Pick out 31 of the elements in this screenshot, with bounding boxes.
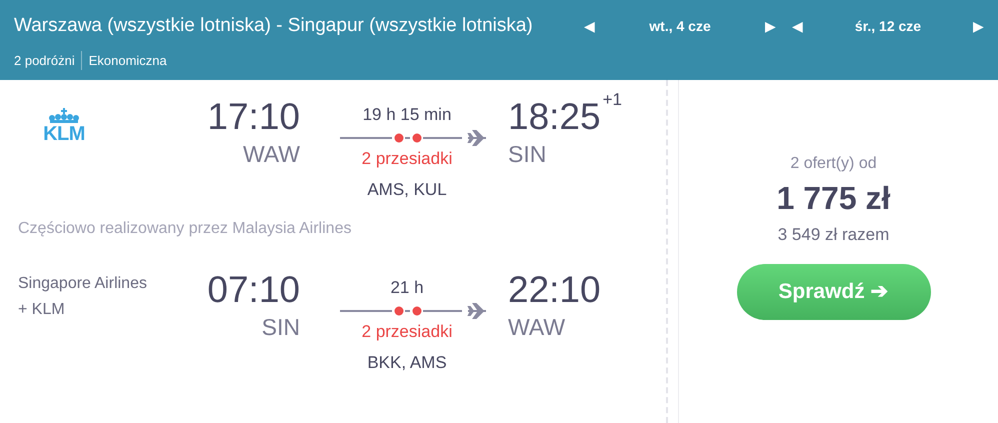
- travellers-label: 2 podróżni: [14, 50, 82, 70]
- stops-label: 2 przesiadki: [362, 148, 452, 170]
- layover-airports: BKK, AMS: [367, 352, 447, 374]
- operator-note: Częściowo realizowany przez Malaysia Airlines: [17, 219, 352, 239]
- airline-logo: KLM: [34, 108, 94, 144]
- departure-airport: SIN: [262, 313, 300, 341]
- price: 1 775 zł: [776, 179, 890, 218]
- departure-time: 17:10: [207, 96, 300, 138]
- check-button[interactable]: Sprawdź ➔: [736, 264, 930, 320]
- cabin-label: Ekonomiczna: [88, 52, 167, 70]
- departure-airport: WAW: [242, 140, 300, 168]
- arrival-time: 22:10: [508, 269, 601, 311]
- layover-airports: AMS, KUL: [367, 179, 447, 201]
- previous-date-button[interactable]: ◀: [792, 19, 803, 34]
- date-label[interactable]: wt., 4 cze: [595, 16, 765, 37]
- route-title: Warszawa (wszystkie lotniska) - Singapur (wszystkie lotniska): [14, 14, 534, 38]
- date-label[interactable]: śr., 12 cze: [803, 16, 973, 37]
- arrival-time: 18:25: [508, 96, 601, 138]
- airline-name: Singapore Airlines + KLM: [18, 274, 148, 320]
- next-date-button[interactable]: ▶: [973, 19, 984, 34]
- departure-time: 07:10: [207, 269, 300, 311]
- flight-duration: 21 h: [390, 277, 424, 299]
- total-price: 3 549 zł razem: [778, 224, 890, 246]
- stops-label: 2 przesiadki: [362, 321, 452, 343]
- previous-date-button[interactable]: ◀: [584, 19, 595, 34]
- arrival-airport: WAW: [508, 313, 566, 341]
- arrival-airport: SIN: [508, 140, 546, 168]
- next-date-button[interactable]: ▶: [765, 19, 776, 34]
- flight-duration: 19 h 15 min: [362, 104, 452, 126]
- day-offset: +1: [602, 90, 622, 110]
- offer-count: 2 ofert(y) od: [790, 154, 877, 174]
